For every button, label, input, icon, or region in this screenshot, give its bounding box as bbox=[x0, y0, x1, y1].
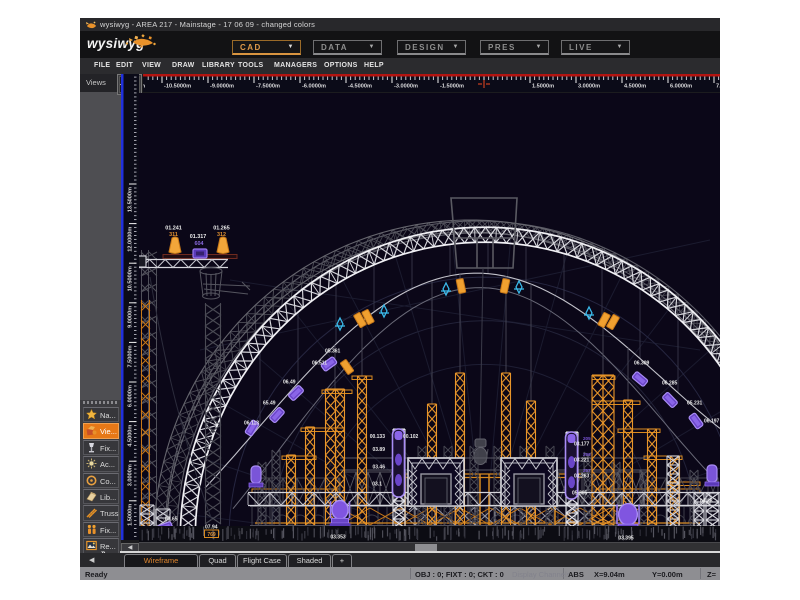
svg-text:03.1: 03.1 bbox=[372, 482, 382, 488]
svg-text:7.5000m: 7.5000m bbox=[128, 345, 134, 367]
svg-text:12.0000m: 12.0000m bbox=[128, 227, 134, 252]
svg-text:05.361: 05.361 bbox=[325, 349, 341, 355]
svg-text:06.113: 06.113 bbox=[244, 421, 259, 427]
svg-text:06.49: 06.49 bbox=[283, 380, 296, 386]
svg-text:6.0000m: 6.0000m bbox=[128, 385, 134, 407]
svg-text:-1.5000m: -1.5000m bbox=[440, 84, 464, 90]
svg-text:1.5000m: 1.5000m bbox=[128, 504, 134, 526]
svg-text:65.49: 65.49 bbox=[263, 401, 276, 407]
svg-text:00.133: 00.133 bbox=[370, 434, 386, 440]
svg-text:06.197: 06.197 bbox=[704, 419, 720, 425]
svg-text:769: 769 bbox=[207, 532, 216, 538]
svg-text:05.231: 05.231 bbox=[687, 401, 703, 407]
svg-text:13.5000m: 13.5000m bbox=[128, 187, 134, 212]
svg-text:00.102: 00.102 bbox=[403, 434, 419, 440]
svg-text:07.65: 07.65 bbox=[165, 517, 178, 523]
svg-text:03.353: 03.353 bbox=[330, 535, 346, 541]
svg-text:-3.0000m: -3.0000m bbox=[394, 84, 418, 90]
svg-text:10.5000m: 10.5000m bbox=[128, 266, 134, 291]
svg-text:206: 206 bbox=[583, 452, 591, 457]
svg-text:9.0000m: 9.0000m bbox=[128, 306, 134, 328]
svg-text:03.46: 03.46 bbox=[372, 465, 385, 471]
svg-text:04.28: 04.28 bbox=[700, 499, 713, 505]
svg-text:-6.0000m: -6.0000m bbox=[302, 84, 326, 90]
svg-text:05.305: 05.305 bbox=[572, 491, 588, 497]
svg-text:03.177: 03.177 bbox=[574, 442, 590, 448]
svg-text:-4.5000m: -4.5000m bbox=[348, 84, 372, 90]
svg-text:01.317: 01.317 bbox=[190, 234, 207, 240]
svg-text:207: 207 bbox=[583, 468, 591, 473]
svg-text:03.89: 03.89 bbox=[372, 447, 385, 453]
svg-text:4.5000m: 4.5000m bbox=[128, 425, 134, 447]
svg-text:311: 311 bbox=[169, 232, 178, 238]
svg-text:-12.0000m: -12.0000m bbox=[143, 84, 145, 90]
svg-text:3.0000m: 3.0000m bbox=[128, 464, 134, 486]
svg-text:06.285: 06.285 bbox=[662, 381, 678, 387]
svg-text:3.0000m: 3.0000m bbox=[578, 84, 600, 90]
svg-text:01.265: 01.265 bbox=[213, 226, 230, 232]
svg-text:7.5000m: 7.5000m bbox=[716, 84, 720, 90]
svg-text:1.5000m: 1.5000m bbox=[532, 84, 554, 90]
svg-text:-9.0000m: -9.0000m bbox=[210, 84, 234, 90]
svg-text:06.511: 06.511 bbox=[312, 361, 327, 367]
svg-text:-7.5000m: -7.5000m bbox=[256, 84, 280, 90]
svg-text:03.395: 03.395 bbox=[618, 536, 634, 542]
svg-text:312: 312 bbox=[217, 232, 226, 238]
svg-text:01.241: 01.241 bbox=[165, 226, 182, 232]
svg-text:205: 205 bbox=[583, 436, 591, 441]
svg-text:03.221: 03.221 bbox=[574, 458, 590, 464]
svg-text:-10.5000m: -10.5000m bbox=[164, 84, 191, 90]
svg-text:03.263: 03.263 bbox=[574, 474, 590, 480]
svg-text:6.0000m: 6.0000m bbox=[670, 84, 692, 90]
svg-text:604: 604 bbox=[195, 241, 204, 247]
svg-text:4.5000m: 4.5000m bbox=[624, 84, 646, 90]
svg-text:06.309: 06.309 bbox=[634, 361, 650, 367]
